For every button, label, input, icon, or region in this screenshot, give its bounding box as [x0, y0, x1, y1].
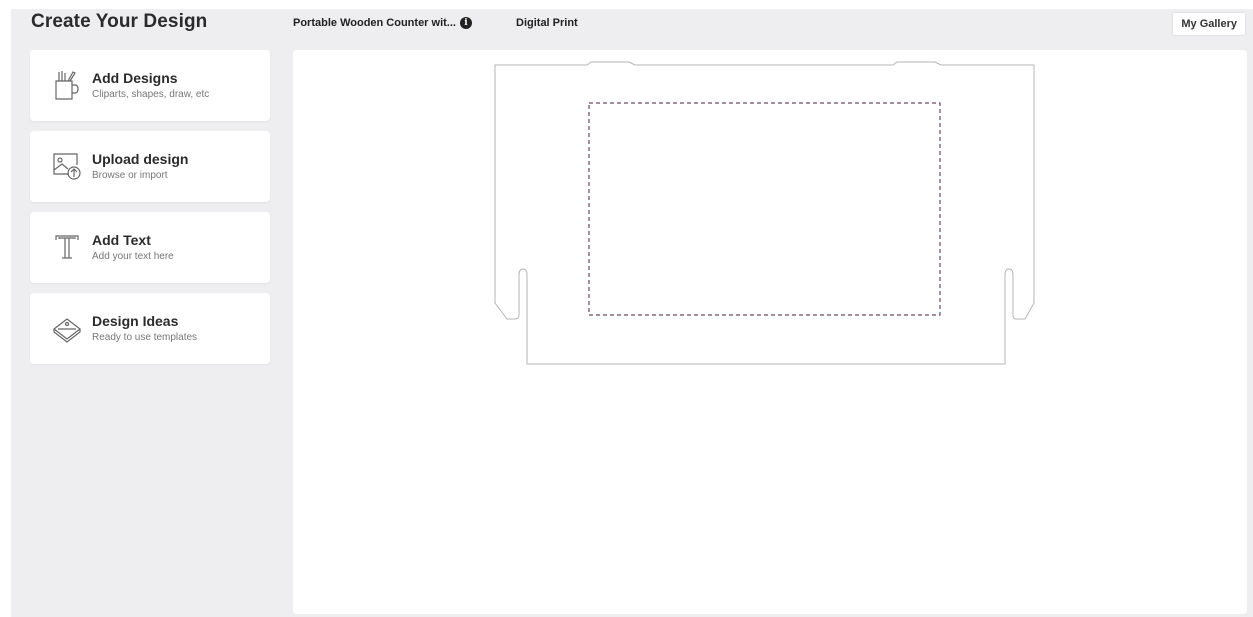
design-editor: Create Your Design Portable Wooden Count… [11, 9, 1253, 617]
upload-image-icon [53, 153, 81, 180]
design-ideas-card[interactable]: Design Ideas Ready to use templates [30, 293, 270, 364]
design-canvas[interactable] [293, 50, 1247, 614]
template-icon [53, 318, 81, 343]
info-icon[interactable]: i [459, 17, 472, 29]
product-outline [494, 61, 1035, 365]
tool-subtitle: Cliparts, shapes, draw, etc [92, 89, 210, 100]
tool-subtitle: Browse or import [92, 170, 168, 181]
add-text-card[interactable]: Add Text Add your text here [30, 212, 270, 283]
tool-title: Add Text [92, 232, 151, 248]
counter-outline [494, 61, 1035, 365]
product-name-label: Portable Wooden Counter wit... [293, 17, 456, 29]
print-type[interactable]: Digital Print [516, 17, 578, 29]
my-gallery-button[interactable]: My Gallery [1172, 12, 1246, 36]
product-name[interactable]: Portable Wooden Counter wit... i [293, 17, 472, 29]
tool-subtitle: Ready to use templates [92, 332, 198, 343]
add-designs-card[interactable]: Add Designs Cliparts, shapes, draw, etc [30, 50, 270, 121]
text-icon [55, 235, 79, 259]
page-title: Create Your Design [31, 11, 208, 32]
tool-title: Design Ideas [92, 313, 179, 329]
tool-title: Upload design [92, 151, 189, 167]
print-area[interactable] [588, 102, 941, 316]
tool-subtitle: Add your text here [92, 251, 174, 262]
tool-title: Add Designs [92, 70, 178, 86]
upload-design-card[interactable]: Upload design Browse or import [30, 131, 270, 202]
pencil-cup-icon [55, 71, 79, 100]
